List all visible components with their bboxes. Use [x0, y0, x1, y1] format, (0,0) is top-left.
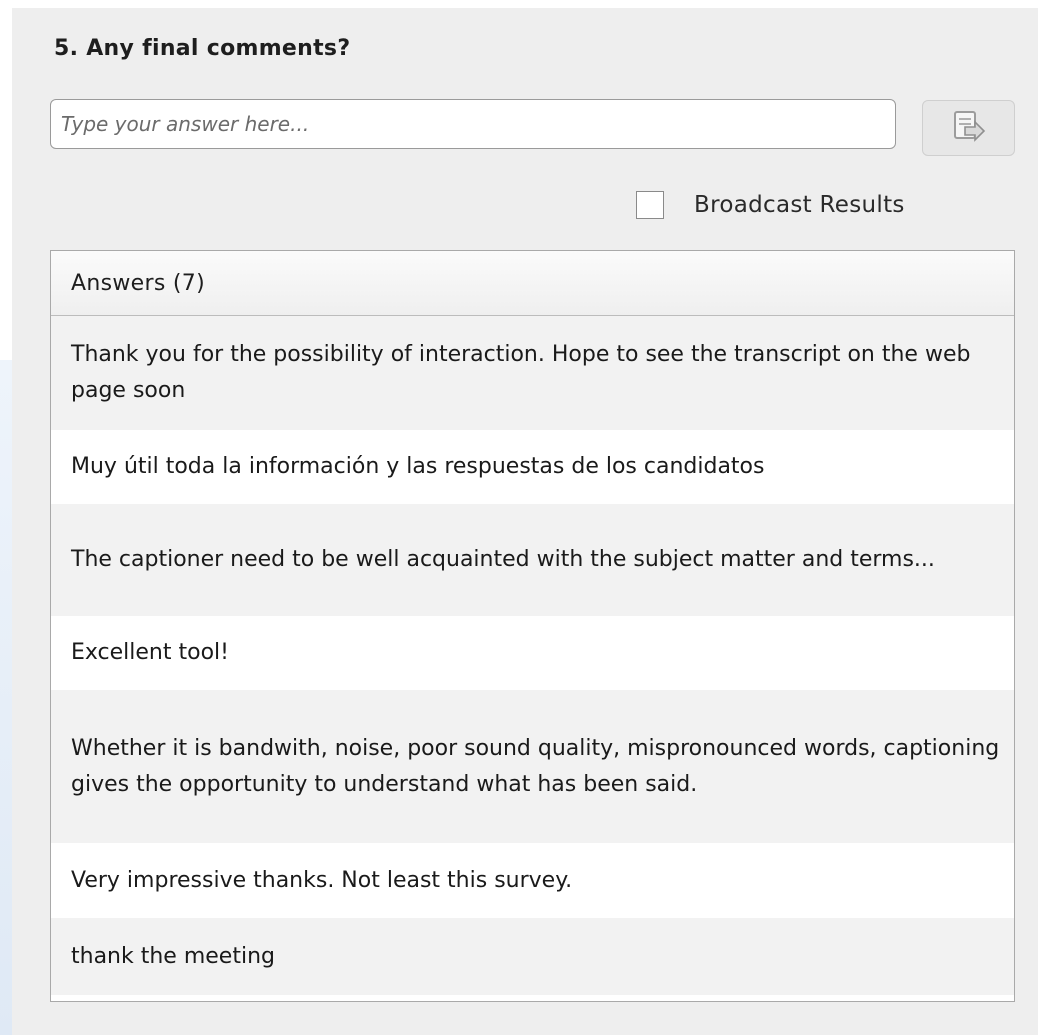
submit-answer-button[interactable] — [922, 100, 1015, 156]
answer-text: Whether it is bandwith, noise, poor soun… — [71, 735, 1000, 797]
answer-text: The captioner need to be well acquainted… — [71, 547, 935, 572]
answer-item: Very impressive thanks. Not least this s… — [51, 843, 1014, 918]
answer-text: Thank you for the possibility of interac… — [71, 342, 971, 403]
answer-item: Excellent tool! — [51, 616, 1014, 690]
answer-input[interactable] — [50, 99, 896, 149]
answer-text: Muy útil toda la información y las respu… — [71, 454, 765, 479]
answer-item: thank the meeting — [51, 918, 1014, 995]
broadcast-results-label: Broadcast Results — [694, 192, 905, 218]
answer-item: Thank you for the possibility of interac… — [51, 316, 1014, 430]
answer-item: Muy útil toda la información y las respu… — [51, 430, 1014, 504]
send-icon — [951, 108, 987, 148]
poll-panel: 5. Any final comments? Broadcast Results… — [12, 8, 1038, 1035]
answer-text: Excellent tool! — [71, 640, 229, 665]
answers-header: Answers (7) — [51, 251, 1014, 316]
background-left-strip — [0, 360, 12, 1035]
answer-item: Whether it is bandwith, noise, poor soun… — [51, 690, 1014, 843]
broadcast-results-checkbox[interactable] — [636, 191, 664, 219]
answer-item: The captioner need to be well acquainted… — [51, 504, 1014, 616]
broadcast-results-option[interactable]: Broadcast Results — [636, 191, 905, 219]
answer-text: Very impressive thanks. Not least this s… — [71, 867, 573, 893]
answer-text: thank the meeting — [71, 943, 275, 969]
answers-list: Answers (7) Thank you for the possibilit… — [50, 250, 1015, 1002]
question-title: 5. Any final comments? — [54, 36, 351, 61]
